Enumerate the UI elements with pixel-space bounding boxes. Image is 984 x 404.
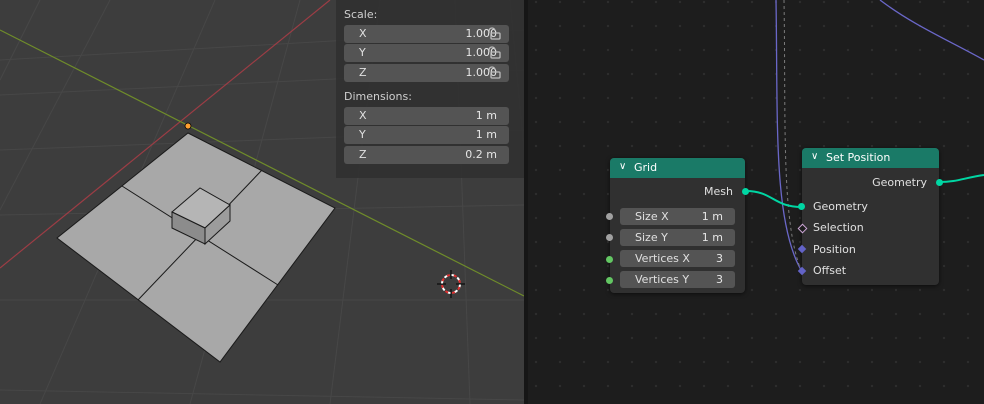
grid-vertices-y-field[interactable]: Vertices Y 3 [620, 271, 735, 288]
offscreen-link-top [879, 0, 984, 61]
dimensions-label: Dimensions: [344, 90, 412, 103]
3d-viewport[interactable]: Scale: X 1.000 Y 1.000 Z 1.000 Dimension… [0, 0, 524, 404]
set-position-node-title: Set Position [826, 151, 891, 164]
grid-mesh-output-label: Mesh [704, 185, 733, 198]
lock-scale-x-icon[interactable] [486, 27, 502, 41]
field-label: Size Y [635, 231, 668, 244]
grid-mesh-output-socket[interactable] [742, 188, 749, 195]
dimensions-z-axis: Z [359, 148, 367, 161]
scale-z-axis: Z [359, 66, 367, 79]
3d-cursor-icon[interactable] [437, 270, 465, 298]
dimensions-x-value: 1 m [475, 109, 497, 122]
set-position-node-header[interactable]: ∨ Set Position [802, 148, 939, 168]
node-editor[interactable]: ∨ Grid Mesh Size X 1 m Size Y 1 m Vertic… [528, 0, 984, 404]
set-position-selection-input-label: Selection [813, 221, 864, 234]
dimensions-y-axis: Y [359, 128, 366, 141]
origin-point[interactable] [184, 122, 192, 130]
set-position-offset-input-label: Offset [813, 264, 847, 277]
field-label: Size X [635, 210, 669, 223]
offscreen-link [775, 0, 802, 271]
field-label: Vertices Y [635, 273, 690, 286]
grid-node-header[interactable]: ∨ Grid [610, 158, 745, 178]
dimensions-x-field[interactable]: X 1 m [344, 107, 509, 125]
dimensions-y-value: 1 m [475, 128, 497, 141]
grid-node[interactable]: ∨ Grid Mesh Size X 1 m Size Y 1 m Vertic… [610, 158, 745, 293]
lock-scale-y-icon[interactable] [486, 46, 502, 60]
grid-plane-mesh[interactable] [56, 132, 336, 363]
set-position-geometry-output-socket[interactable] [936, 179, 943, 186]
dimensions-x-axis: X [359, 109, 367, 122]
dimensions-z-field[interactable]: Z 0.2 m [344, 146, 509, 164]
scale-y-field[interactable]: Y 1.000 [344, 44, 509, 62]
scale-label: Scale: [344, 8, 378, 21]
field-value: 1 m [701, 210, 723, 223]
grid-node-title: Grid [634, 161, 658, 174]
lock-scale-z-icon[interactable] [486, 66, 502, 80]
link-geometry-out [938, 174, 984, 183]
scale-x-axis: X [359, 27, 367, 40]
transform-panel: Scale: X 1.000 Y 1.000 Z 1.000 Dimension… [336, 0, 524, 178]
field-value: 1 m [701, 231, 723, 244]
field-label: Vertices X [635, 252, 690, 265]
field-value: 3 [716, 273, 723, 286]
link-mesh-to-geometry [745, 190, 803, 208]
collapse-chevron-icon[interactable]: ∨ [619, 161, 626, 172]
grid-size-y-field[interactable]: Size Y 1 m [620, 229, 735, 246]
set-position-geometry-input-label: Geometry [813, 200, 868, 213]
scale-y-axis: Y [359, 46, 366, 59]
field-value: 3 [716, 252, 723, 265]
set-position-position-input-label: Position [813, 243, 856, 256]
grid-vertices-x-socket[interactable] [606, 256, 613, 263]
grid-size-x-field[interactable]: Size X 1 m [620, 208, 735, 225]
dimensions-z-value: 0.2 m [465, 148, 497, 161]
grid-vertices-y-socket[interactable] [606, 277, 613, 284]
grid-size-x-socket[interactable] [606, 213, 613, 220]
dimensions-y-field[interactable]: Y 1 m [344, 126, 509, 144]
scale-z-field[interactable]: Z 1.000 [344, 64, 509, 82]
set-position-geometry-output-label: Geometry [872, 176, 927, 189]
grid-vertices-x-field[interactable]: Vertices X 3 [620, 250, 735, 267]
collapse-chevron-icon[interactable]: ∨ [811, 151, 818, 162]
set-position-geometry-input-socket[interactable] [798, 203, 805, 210]
set-position-node[interactable]: ∨ Set Position Geometry Geometry Selecti… [802, 148, 939, 285]
scale-x-field[interactable]: X 1.000 [344, 25, 509, 43]
grid-size-y-socket[interactable] [606, 234, 613, 241]
